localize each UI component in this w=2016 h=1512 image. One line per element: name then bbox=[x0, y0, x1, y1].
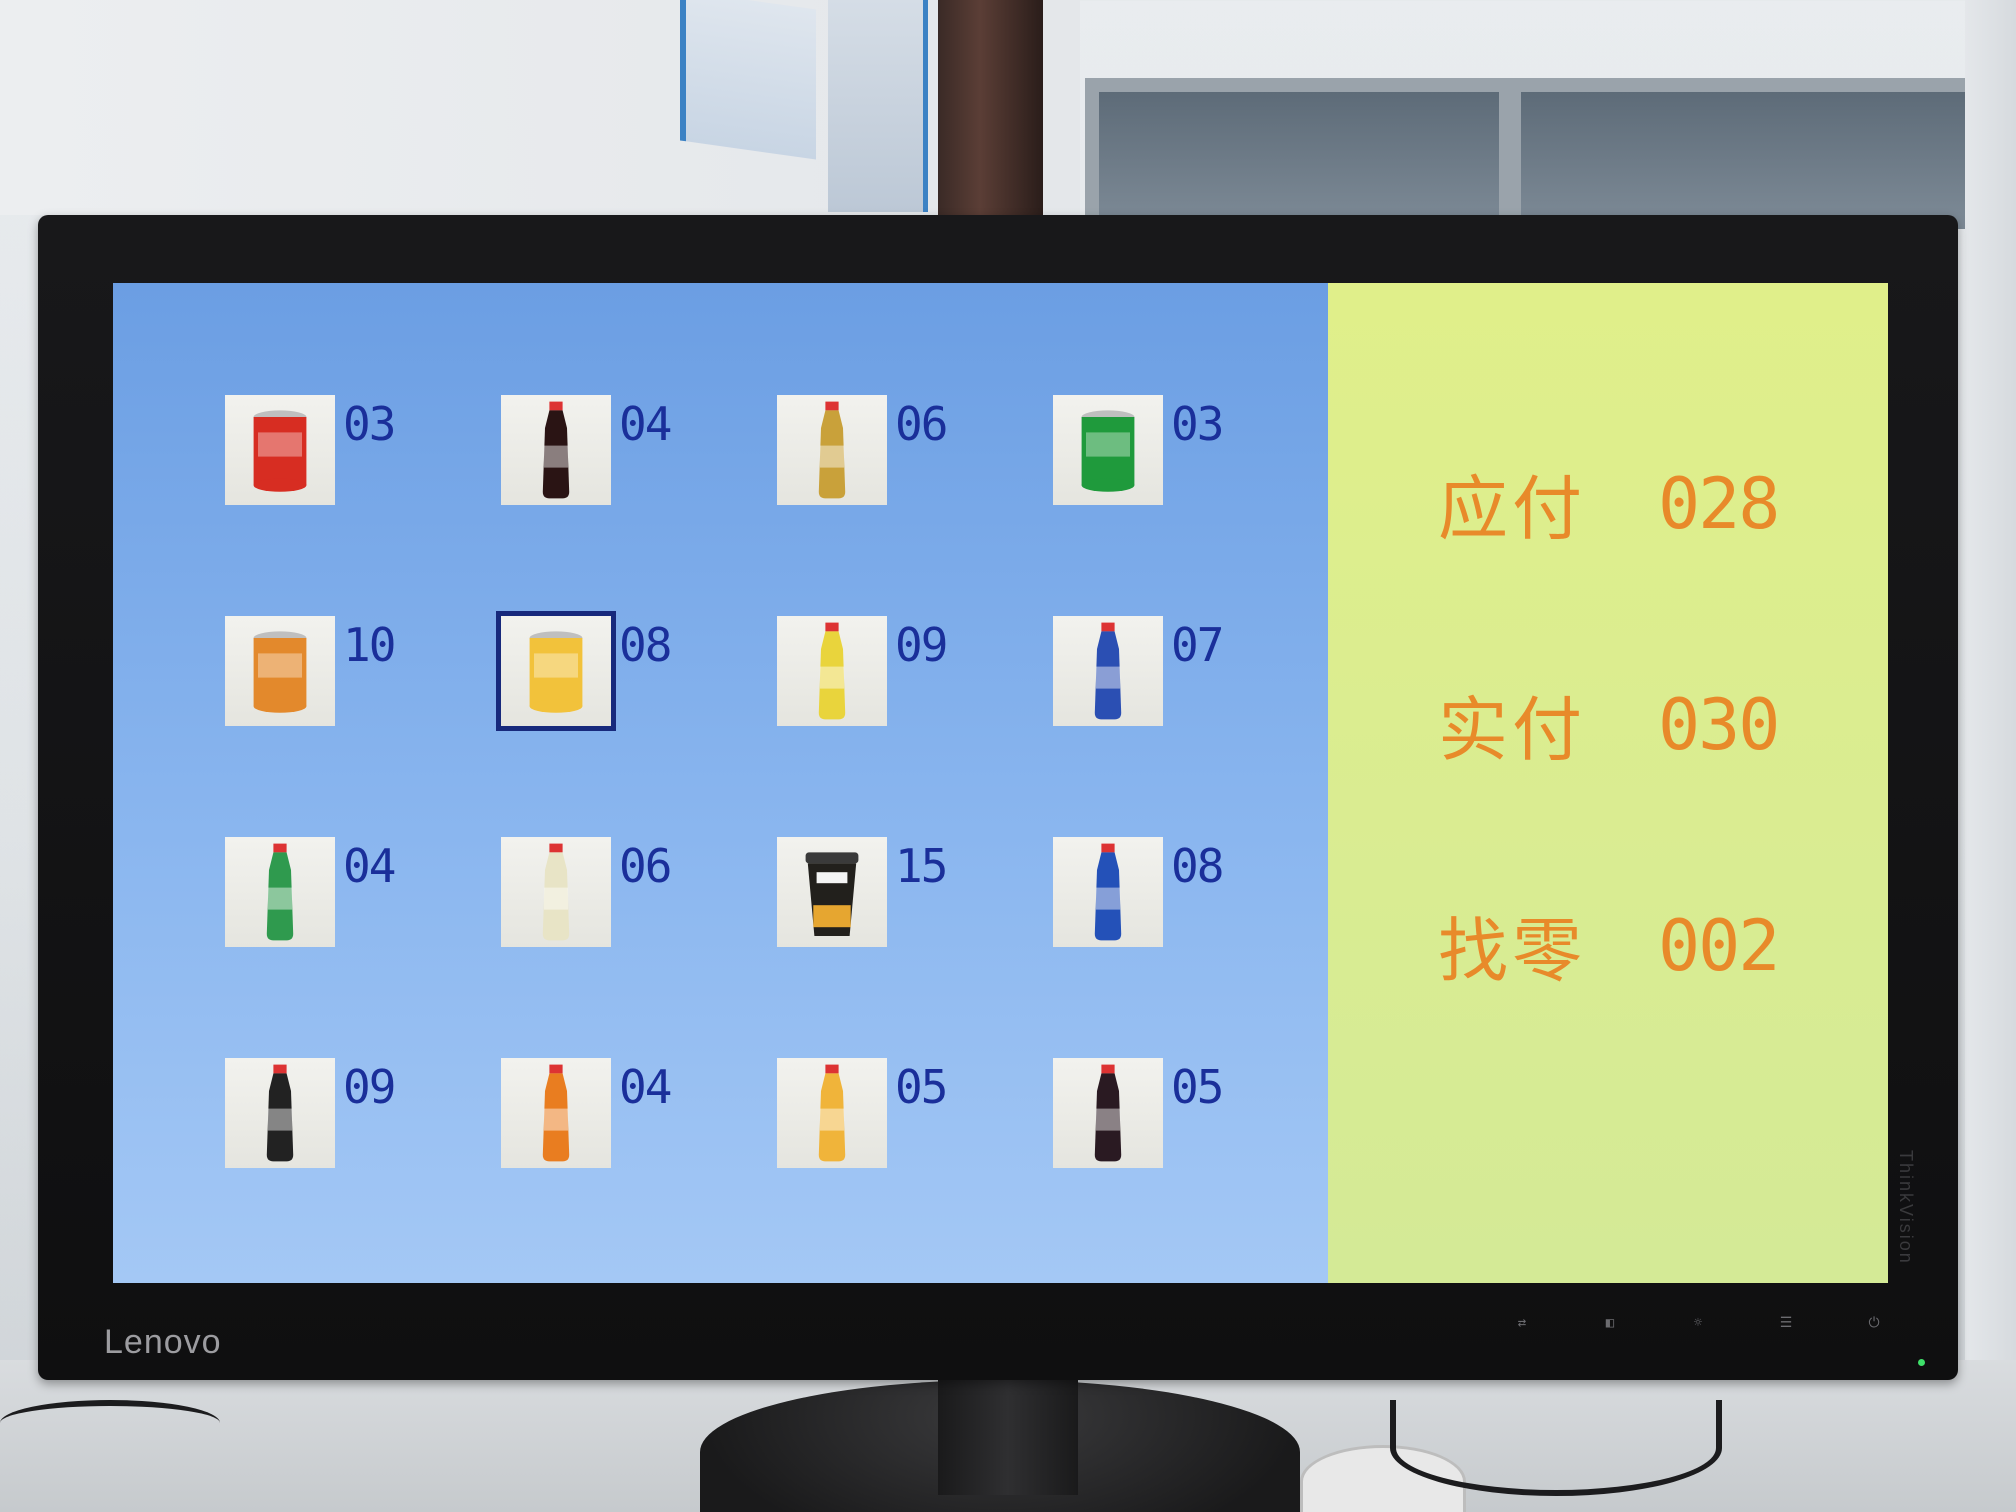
cola-can-icon bbox=[225, 395, 335, 505]
product-price: 05 bbox=[1171, 1060, 1224, 1114]
amount-due-label: 应付 bbox=[1438, 468, 1586, 550]
orange-drink-bottle-icon bbox=[501, 1058, 611, 1168]
lemon-bottle-icon bbox=[777, 616, 887, 726]
amount-paid-row: 实付 030 bbox=[1438, 614, 1780, 835]
product-grid: 03 04 06 03 10 08 09 07 04 06 15 08 09 04 05 05 bbox=[225, 395, 1329, 1279]
wall-poster bbox=[828, 0, 928, 212]
monitor-stand-neck bbox=[938, 1375, 1078, 1495]
wall-poster bbox=[680, 0, 816, 160]
product-price: 04 bbox=[619, 397, 672, 451]
product-price: 08 bbox=[1171, 839, 1224, 893]
product-item[interactable]: 15 bbox=[777, 837, 1053, 1058]
product-item[interactable]: 04 bbox=[225, 837, 501, 1058]
change-label: 找零 bbox=[1438, 910, 1586, 992]
nfc-juice-bottle-icon bbox=[225, 1058, 335, 1168]
sprite-bottle-icon bbox=[225, 837, 335, 947]
signal-cable bbox=[1390, 1400, 1722, 1496]
product-item[interactable]: 09 bbox=[777, 616, 1053, 837]
product-item[interactable]: 04 bbox=[501, 395, 777, 616]
product-panel: 03 04 06 03 10 08 09 07 04 06 15 08 09 04 05 05 bbox=[113, 283, 1328, 1283]
product-price: 07 bbox=[1171, 618, 1224, 672]
product-item[interactable]: 08 bbox=[496, 611, 777, 837]
product-item[interactable]: 06 bbox=[777, 395, 1053, 616]
window-mullion bbox=[1499, 92, 1521, 229]
payment-summary: 应付 028 实付 030 找零 002 bbox=[1438, 393, 1780, 1056]
product-price: 06 bbox=[619, 839, 672, 893]
energy-drink-bottle-icon bbox=[1053, 616, 1163, 726]
menu-back-button[interactable]: ◧ bbox=[1586, 1315, 1634, 1343]
orange-soda-can-icon bbox=[225, 616, 335, 726]
door-frame bbox=[938, 0, 1043, 215]
brightness-button[interactable]: ☼ bbox=[1674, 1315, 1722, 1343]
product-price: 10 bbox=[343, 618, 396, 672]
vending-screen: 03 04 06 03 10 08 09 07 04 06 15 08 09 04 05 05 应付 028 … bbox=[113, 283, 1888, 1283]
monitor-side-brand: ThinkVision bbox=[1896, 1150, 1916, 1265]
monitor-brand-logo: Lenovo bbox=[104, 1323, 222, 1361]
product-item[interactable]: 05 bbox=[777, 1058, 1053, 1279]
product-price: 05 bbox=[895, 1060, 948, 1114]
product-price: 04 bbox=[343, 839, 396, 893]
product-item[interactable]: 10 bbox=[225, 616, 501, 837]
amount-due-value: 028 bbox=[1658, 462, 1780, 545]
product-price: 15 bbox=[895, 839, 948, 893]
change-row: 找零 002 bbox=[1438, 835, 1780, 1056]
snow-beer-can-icon bbox=[1053, 395, 1163, 505]
background-wall-right bbox=[1965, 0, 2016, 1512]
product-price: 08 bbox=[619, 618, 672, 672]
monitor: 03 04 06 03 10 08 09 07 04 06 15 08 09 04 05 05 应付 028 … bbox=[38, 215, 1958, 1380]
product-price: 03 bbox=[343, 397, 396, 451]
product-item[interactable]: 03 bbox=[225, 395, 501, 616]
juice-bottle-icon bbox=[777, 1058, 887, 1168]
milk-tea-cup-icon bbox=[777, 837, 887, 947]
tea-bottle-icon bbox=[777, 395, 887, 505]
room-window bbox=[1085, 78, 1993, 229]
product-price: 09 bbox=[343, 1060, 396, 1114]
amount-paid-label: 实付 bbox=[1438, 689, 1586, 771]
product-item[interactable]: 08 bbox=[1053, 837, 1329, 1058]
pellegrino-can-icon bbox=[496, 611, 616, 731]
cola-bottle-icon bbox=[501, 395, 611, 505]
payment-panel: 应付 028 实付 030 找零 002 bbox=[1328, 283, 1888, 1283]
cola-zero-bottle-icon bbox=[1053, 1058, 1163, 1168]
product-item[interactable]: 06 bbox=[501, 837, 777, 1058]
amount-paid-value: 030 bbox=[1658, 683, 1780, 766]
product-price: 04 bbox=[619, 1060, 672, 1114]
power-button[interactable]: ⏻ bbox=[1850, 1315, 1898, 1343]
lemon-water-bottle-icon bbox=[501, 837, 611, 947]
product-price: 09 bbox=[895, 618, 948, 672]
monitor-controls: ⇄ ◧ ☼ ☰ ⏻ bbox=[1498, 1315, 1898, 1343]
product-price: 06 bbox=[895, 397, 948, 451]
product-item[interactable]: 09 bbox=[225, 1058, 501, 1279]
product-item[interactable]: 07 bbox=[1053, 616, 1329, 837]
amount-due-row: 应付 028 bbox=[1438, 393, 1780, 614]
input-select-button[interactable]: ⇄ bbox=[1498, 1315, 1546, 1343]
sports-drink-bottle-icon bbox=[1053, 837, 1163, 947]
product-item[interactable]: 04 bbox=[501, 1058, 777, 1279]
product-item[interactable]: 03 bbox=[1053, 395, 1329, 616]
power-led-indicator bbox=[1918, 1359, 1925, 1366]
product-item[interactable]: 05 bbox=[1053, 1058, 1329, 1279]
product-price: 03 bbox=[1171, 397, 1224, 451]
power-cable bbox=[0, 1400, 220, 1446]
change-value: 002 bbox=[1658, 904, 1780, 987]
menu-button[interactable]: ☰ bbox=[1762, 1315, 1810, 1343]
